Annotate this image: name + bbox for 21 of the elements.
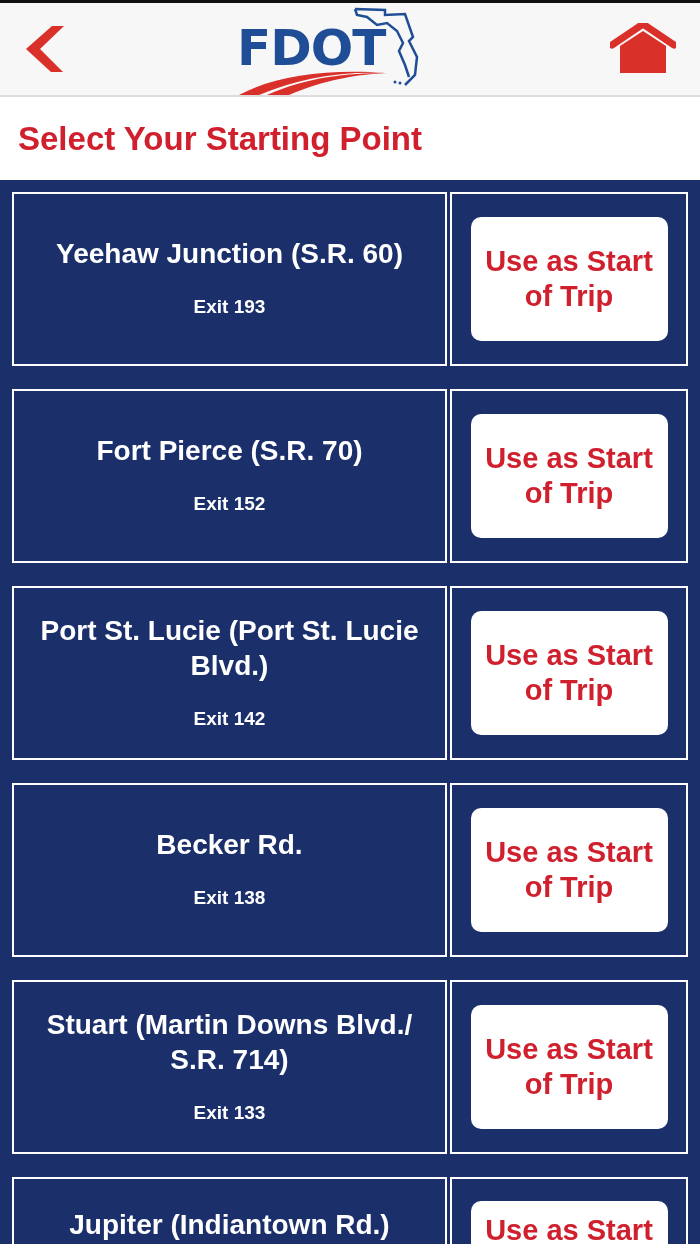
start-trip-button[interactable]: Use as Start of Trip xyxy=(470,1005,668,1129)
page-title: Select Your Starting Point xyxy=(18,118,422,159)
exit-name: Jupiter (Indiantown Rd.) xyxy=(69,1208,390,1242)
exit-number: Exit 133 xyxy=(193,1100,266,1125)
start-trip-button[interactable]: Use as Start of Trip xyxy=(470,414,668,538)
start-trip-button[interactable]: Use as Start of Trip xyxy=(470,217,668,341)
logo-text: FDOT xyxy=(237,23,386,73)
exit-name: Yeehaw Junction (S.R. 60) xyxy=(56,237,403,272)
exit-number: Exit 152 xyxy=(193,492,266,517)
start-trip-button[interactable]: Use as Start of Trip xyxy=(470,808,668,932)
exit-name: Becker Rd. xyxy=(156,828,303,863)
start-trip-button[interactable]: Use as Start of Trip xyxy=(470,611,668,735)
exit-number: Exit 193 xyxy=(193,295,266,320)
home-icon[interactable] xyxy=(610,23,676,75)
exit-name: Stuart (Martin Downs Blvd./ S.R. 714) xyxy=(45,1007,414,1077)
back-icon[interactable] xyxy=(24,26,64,72)
exit-name: Port St. Lucie (Port St. Lucie Blvd.) xyxy=(39,613,420,683)
exit-name: Fort Pierce (S.R. 70) xyxy=(96,434,363,469)
exit-number: Exit 138 xyxy=(193,886,266,911)
start-trip-button[interactable]: Use as Start xyxy=(470,1201,668,1244)
exit-number: Exit 142 xyxy=(193,706,266,731)
